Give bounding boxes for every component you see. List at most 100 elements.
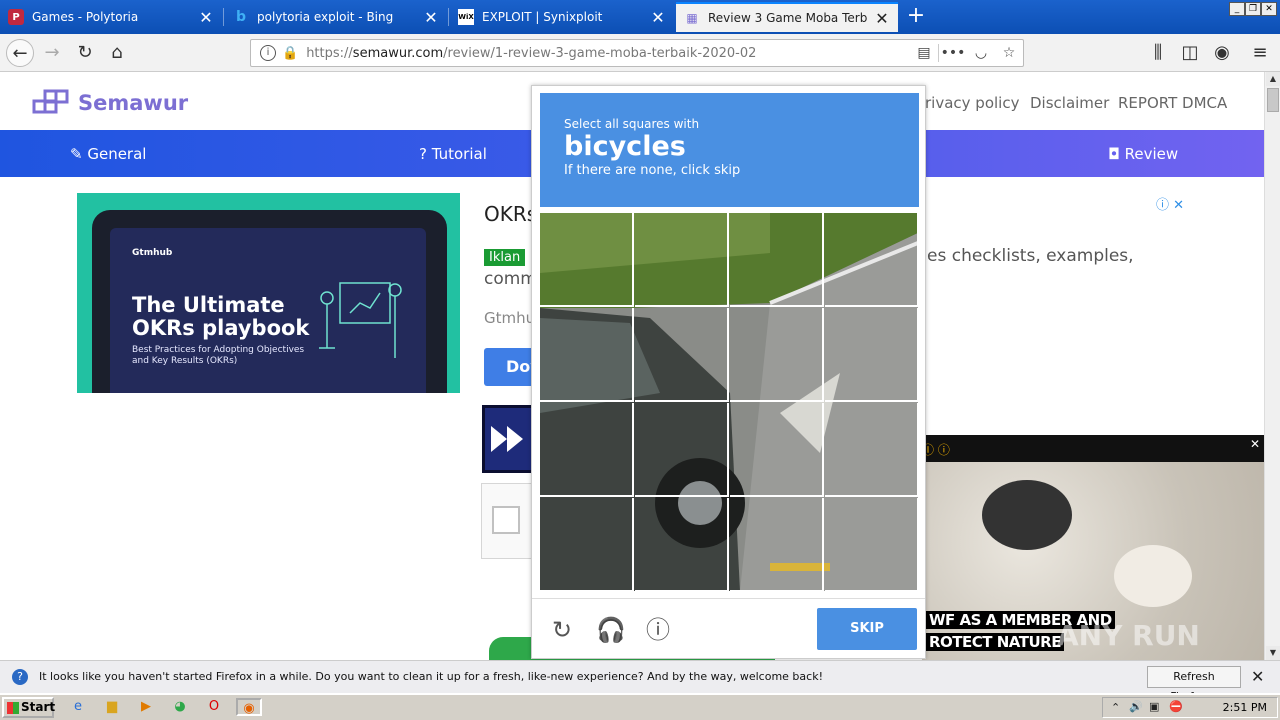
- video-info-icon[interactable]: Ⓘ ⓘ: [922, 441, 950, 458]
- home-icon[interactable]: ⌂: [103, 39, 131, 67]
- firefox-notification-bar: ? It looks like you haven't started Fire…: [0, 660, 1280, 703]
- tab-synixploit[interactable]: WiX EXPLOIT | Synixploit ✕: [450, 2, 674, 32]
- captcha-tile[interactable]: [730, 308, 824, 402]
- skip-button[interactable]: SKIP: [817, 608, 917, 650]
- tab-polytoria[interactable]: P Games - Polytoria ✕: [0, 2, 222, 32]
- captcha-tile[interactable]: [635, 403, 729, 497]
- reader-view-icon[interactable]: ▤: [910, 45, 938, 61]
- adchoices-icon[interactable]: ⓘ ✕: [1156, 194, 1184, 213]
- back-icon[interactable]: ←: [6, 39, 34, 67]
- edit-icon: ✎: [70, 145, 88, 163]
- url-text[interactable]: https://semawur.com/review/1-review-3-ga…: [306, 46, 910, 61]
- captcha-tile[interactable]: [540, 213, 634, 307]
- report-dmca-link[interactable]: REPORT DMCA: [1118, 94, 1227, 112]
- ad-snippet-tail: es checklists, examples,: [927, 246, 1134, 266]
- account-icon[interactable]: ◉: [1208, 39, 1236, 67]
- captcha-tile[interactable]: [730, 498, 824, 591]
- media-player-icon[interactable]: ▶: [136, 698, 156, 716]
- menu-review[interactable]: ◘ Review: [1108, 145, 1178, 163]
- captcha-tile[interactable]: [825, 213, 918, 307]
- security-alert-icon[interactable]: ⛔: [1169, 700, 1183, 713]
- lock-icon[interactable]: 🔒: [282, 46, 298, 61]
- firefox-taskbar-icon[interactable]: ◉: [236, 698, 262, 716]
- wix-icon: WiX: [458, 9, 474, 25]
- menu-general[interactable]: ✎ General: [70, 145, 146, 163]
- close-tab-icon[interactable]: ✕: [198, 8, 214, 27]
- help-info-icon[interactable]: ⓘ: [644, 616, 672, 644]
- clock: 2:51 PM: [1222, 701, 1267, 714]
- scroll-up-icon[interactable]: ▲: [1266, 72, 1280, 86]
- captcha-tile[interactable]: [540, 498, 634, 591]
- disclaimer-link[interactable]: Disclaimer: [1030, 94, 1109, 112]
- video-ad-topbar: Ⓘ ⓘ: [922, 435, 1264, 462]
- bookmark-star-icon[interactable]: ☆: [995, 45, 1023, 61]
- captcha-tile[interactable]: [825, 498, 918, 591]
- ad-title: The Ultimate OKRs playbook: [132, 293, 310, 340]
- reload-challenge-icon[interactable]: ↻: [548, 616, 576, 644]
- turtle-image: [982, 480, 1072, 550]
- close-window-icon[interactable]: ✕: [1261, 2, 1277, 16]
- scroll-thumb[interactable]: [1267, 88, 1279, 112]
- forward-icon[interactable]: →: [38, 39, 66, 67]
- ad-heading[interactable]: OKRs: [484, 202, 537, 226]
- sidebar-icon[interactable]: ◫: [1176, 39, 1204, 67]
- tab-bing[interactable]: b polytoria exploit - Bing ✕: [225, 2, 447, 32]
- maximize-window-icon[interactable]: ❐: [1245, 2, 1261, 16]
- system-tray: ⌃ 🔊 ▣ ⛔ 2:51 PM: [1102, 697, 1278, 718]
- windows-taskbar: Start e ▆ ▶ ◕ O ◉ ⌃ 🔊 ▣ ⛔ 2:51 PM: [0, 693, 1280, 720]
- captcha-tile[interactable]: [540, 308, 634, 402]
- audio-challenge-icon[interactable]: 🎧: [596, 616, 626, 644]
- tray-expand-icon[interactable]: ⌃: [1111, 701, 1120, 714]
- url-bar[interactable]: i 🔒 https://semawur.com/review/1-review-…: [250, 39, 1024, 67]
- ad-snippet-line2: comm: [484, 269, 537, 289]
- fast-forward-icon[interactable]: [482, 405, 534, 473]
- opera-icon[interactable]: O: [204, 698, 224, 716]
- captcha-tile[interactable]: [635, 498, 729, 591]
- page-scrollbar[interactable]: ▲ ▼: [1264, 72, 1280, 660]
- explorer-folder-icon[interactable]: ▆: [102, 698, 122, 716]
- ie-icon[interactable]: e: [68, 698, 88, 716]
- tab-semawur-active[interactable]: ▦ Review 3 Game Moba Terbaik 2020 ✕: [676, 2, 898, 32]
- navigation-toolbar: ← → ↻ ⌂ i 🔒 https://semawur.com/review/1…: [0, 34, 1280, 72]
- pocket-icon[interactable]: ◡: [967, 45, 995, 61]
- page-actions-icon[interactable]: •••: [939, 45, 967, 61]
- captcha-skip-hint: If there are none, click skip: [564, 163, 741, 178]
- captcha-tile[interactable]: [825, 403, 918, 497]
- reload-icon[interactable]: ↻: [71, 39, 99, 67]
- close-notification-icon[interactable]: ✕: [1251, 667, 1264, 686]
- captcha-tile[interactable]: [825, 308, 918, 402]
- semawur-logo-icon: [32, 89, 72, 117]
- volume-icon[interactable]: 🔊: [1129, 700, 1143, 713]
- close-tab-icon[interactable]: ✕: [874, 9, 890, 28]
- recaptcha-checkbox[interactable]: [492, 506, 520, 534]
- scroll-down-icon[interactable]: ▼: [1266, 646, 1280, 660]
- captcha-tile[interactable]: [635, 308, 729, 402]
- captcha-tile[interactable]: [540, 403, 634, 497]
- network-icon[interactable]: ▣: [1149, 700, 1159, 713]
- menu-hamburger-icon[interactable]: ≡: [1246, 39, 1274, 67]
- captcha-tile[interactable]: [730, 403, 824, 497]
- chrome-icon[interactable]: ◕: [170, 698, 190, 716]
- site-info-icon[interactable]: i: [260, 45, 276, 61]
- privacy-policy-link[interactable]: rivacy policy: [925, 94, 1019, 112]
- close-icon[interactable]: ✕: [1250, 437, 1260, 451]
- close-tab-icon[interactable]: ✕: [650, 8, 666, 27]
- menu-tutorial[interactable]: ? Tutorial: [419, 145, 487, 163]
- wwf-video-ad[interactable]: Ⓘ ⓘ WF AS A MEMBER AND ROTECT NATURE ANY…: [922, 435, 1264, 660]
- close-tab-icon[interactable]: ✕: [423, 8, 439, 27]
- okr-ad-image[interactable]: Gtmhub The Ultimate OKRs playbook Best P…: [77, 193, 460, 393]
- captcha-challenge: Select all squares with bicycles If ther…: [531, 85, 926, 659]
- start-button[interactable]: Start: [2, 697, 55, 718]
- captcha-tile[interactable]: [635, 213, 729, 307]
- new-tab-button[interactable]: +: [902, 4, 930, 30]
- site-logo[interactable]: Semawur: [32, 89, 188, 117]
- ad-badge: Iklan: [484, 249, 526, 266]
- ad-screen: Gtmhub The Ultimate OKRs playbook Best P…: [110, 228, 426, 393]
- library-icon[interactable]: ⫼: [1144, 39, 1172, 67]
- captcha-tile[interactable]: [730, 213, 824, 307]
- refresh-firefox-button[interactable]: Refresh Firefox…: [1147, 666, 1241, 703]
- captcha-target: bicycles: [564, 131, 686, 162]
- video-caption-2: ROTECT NATURE: [926, 633, 1064, 651]
- captcha-header: Select all squares with bicycles If ther…: [540, 93, 919, 207]
- minimize-window-icon[interactable]: _: [1229, 2, 1245, 16]
